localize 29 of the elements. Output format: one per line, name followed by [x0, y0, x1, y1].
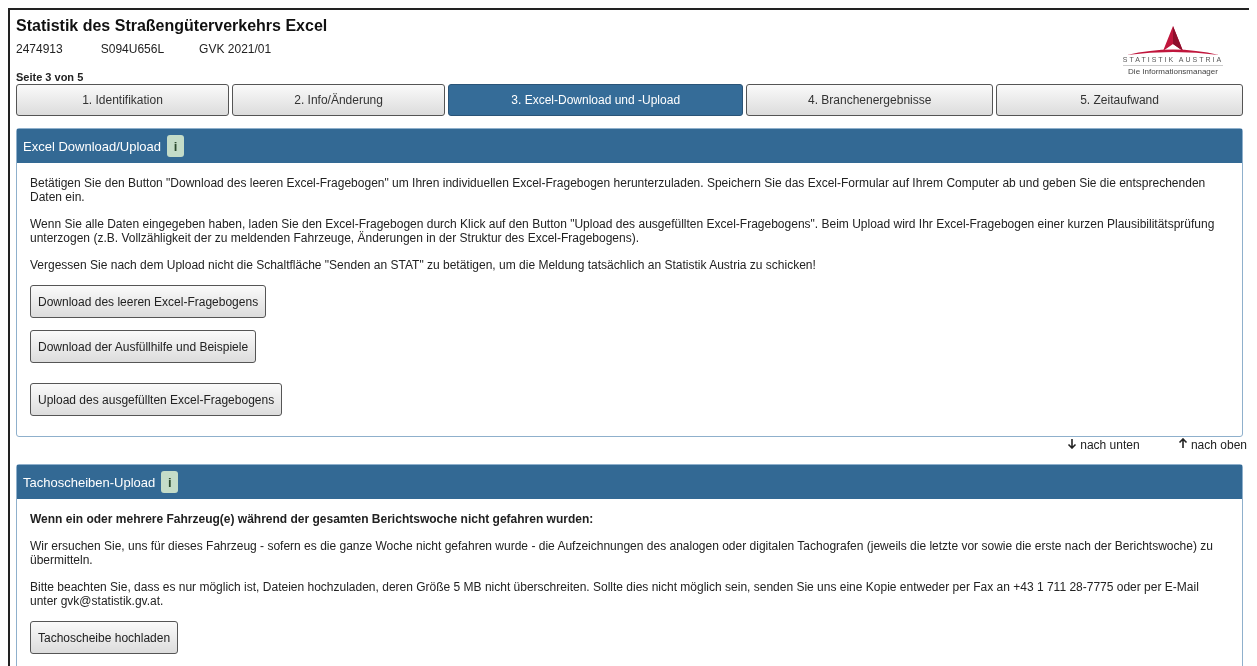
- panel-title: Tachoscheiben-Upload: [23, 474, 156, 490]
- tab[interactable]: 3. Excel-Download und -Upload: [448, 84, 744, 116]
- action-button[interactable]: Download des leeren Excel-Fragebogens: [30, 285, 267, 318]
- scroll-link[interactable]: nach unten: [1066, 438, 1140, 452]
- action-button[interactable]: Tachoscheibe hochladen: [30, 621, 179, 654]
- logo-tagline: Die Informationsmanager: [1128, 67, 1218, 76]
- arrow-down-icon: [1066, 438, 1077, 449]
- paragraph: Betätigen Sie den Button "Download des leeren Excel-Fragebogen" um Ihren individuellen Excel-Fragebogen herunterzuladen. Speichern Sie das Excel-Formular auf Ihrem Computer ab und geben Sie die entsprechenden Daten ein.: [30, 176, 1207, 204]
- record-id: 2474913: [16, 42, 63, 56]
- tab[interactable]: 2. Info/Änderung: [232, 84, 446, 116]
- record-id: S094U656L: [100, 42, 165, 56]
- paragraph: Wir ersuchen Sie, uns für dieses Fahrzeug - sofern es die ganze Woche nicht gefahren wurde - die Aufzeichnungen des analogen oder digitalen Tachografen (jeweils die letzte vor sowie die erste nach der Berichtswoche) zu übermitteln.: [30, 539, 1214, 567]
- info-button[interactable]: i: [161, 471, 179, 493]
- action-button[interactable]: Upload des ausgefüllten Excel-Fragebogens: [30, 383, 283, 416]
- page-title: Statistik des Straßengüterverkehrs Excel: [16, 17, 328, 35]
- record-id: GVK 2021/01: [199, 42, 272, 56]
- action-button[interactable]: Download der Ausfüllhilfe und Beispiele: [30, 330, 257, 363]
- tab[interactable]: 4. Branchenergebnisse: [746, 84, 994, 116]
- panel-title: Excel Download/Upload: [23, 138, 162, 154]
- tab[interactable]: 1. Identifikation: [16, 84, 230, 116]
- page-indicator: Seite 3 von 5: [16, 71, 85, 83]
- tab[interactable]: 5. Zeitaufwand: [996, 84, 1243, 116]
- paragraph: Bitte beachten Sie, dass es nur möglich ist, Dateien hochzuladen, deren Größe 5 MB nicht überschreiten. Sollte dies nicht möglich sein, senden Sie uns eine Kopie entweder per Fax an +43 1 711 28-7775 oder per E-Mail unter gvk@statistik.gv.at.: [30, 580, 1200, 608]
- paragraph: Vergessen Sie nach dem Upload nicht die Schaltfläche "Senden an STAT" zu betätigen, um die Meldung tatsächlich an Statistik Austria zu schicken!: [30, 258, 817, 272]
- paragraph: Wenn ein oder mehrere Fahrzeug(e) während der gesamten Berichtswoche nicht gefahren wurden:: [30, 512, 595, 526]
- paragraph: Wenn Sie alle Daten eingegeben haben, laden Sie den Excel-Fragebogen durch Klick auf den Button "Upload des ausgefüllten Excel-Fragebogens". Beim Upload wird Ihr Excel-Fragebogen einer kurzen Plausibilitätsprüfung unterzogen (z.B. Vollzähligkeit der zu meldenden Fahrzeuge, Änderungen in der Struktur des Excel-Fragebogens).: [30, 217, 1216, 245]
- scroll-link[interactable]: nach oben: [1177, 438, 1247, 452]
- info-button[interactable]: i: [167, 135, 185, 157]
- arrow-up-icon: [1177, 438, 1188, 449]
